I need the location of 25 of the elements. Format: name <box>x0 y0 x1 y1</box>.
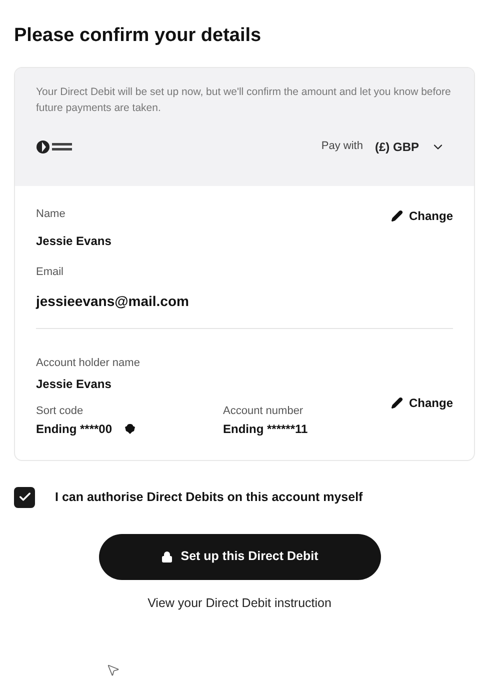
currency-select[interactable]: (£) GBP <box>374 138 445 156</box>
page-title: Please confirm your details <box>13 24 262 48</box>
field-label: Sort code <box>36 404 84 419</box>
mouse-cursor-icon <box>106 662 120 678</box>
notice-text: Your Direct Debit will be set up now, but we'll confirm the amount and let you know before future payments are taken. <box>36 84 452 116</box>
lock-icon <box>160 550 173 562</box>
authorise-label: I can authorise Direct Debits on this account myself <box>55 488 363 506</box>
submit-button[interactable]: Set up this Direct Debit <box>98 534 380 580</box>
field-value: Jessie Evans <box>36 233 112 250</box>
pencil-icon <box>390 397 403 409</box>
field-value: jessieevans@mail.com <box>36 292 189 311</box>
field-label: Account number <box>223 404 304 419</box>
instruction-link[interactable]: View your Direct Debit instruction <box>148 594 332 612</box>
field-label: Account holder name <box>36 356 141 370</box>
field-value: Ending ****00 <box>36 420 112 438</box>
pencil-icon <box>390 210 403 222</box>
change-link[interactable]: Change <box>390 206 453 224</box>
change-link[interactable]: Change <box>390 394 453 412</box>
pay-with-label: Pay with <box>321 139 363 154</box>
field-label: Email <box>36 265 65 280</box>
field-value: Jessie Evans <box>36 376 112 393</box>
check-icon <box>18 490 32 504</box>
field-label: Name <box>36 206 66 222</box>
field-value: Ending ******11 <box>223 420 308 438</box>
authorise-checkbox[interactable] <box>14 486 35 508</box>
